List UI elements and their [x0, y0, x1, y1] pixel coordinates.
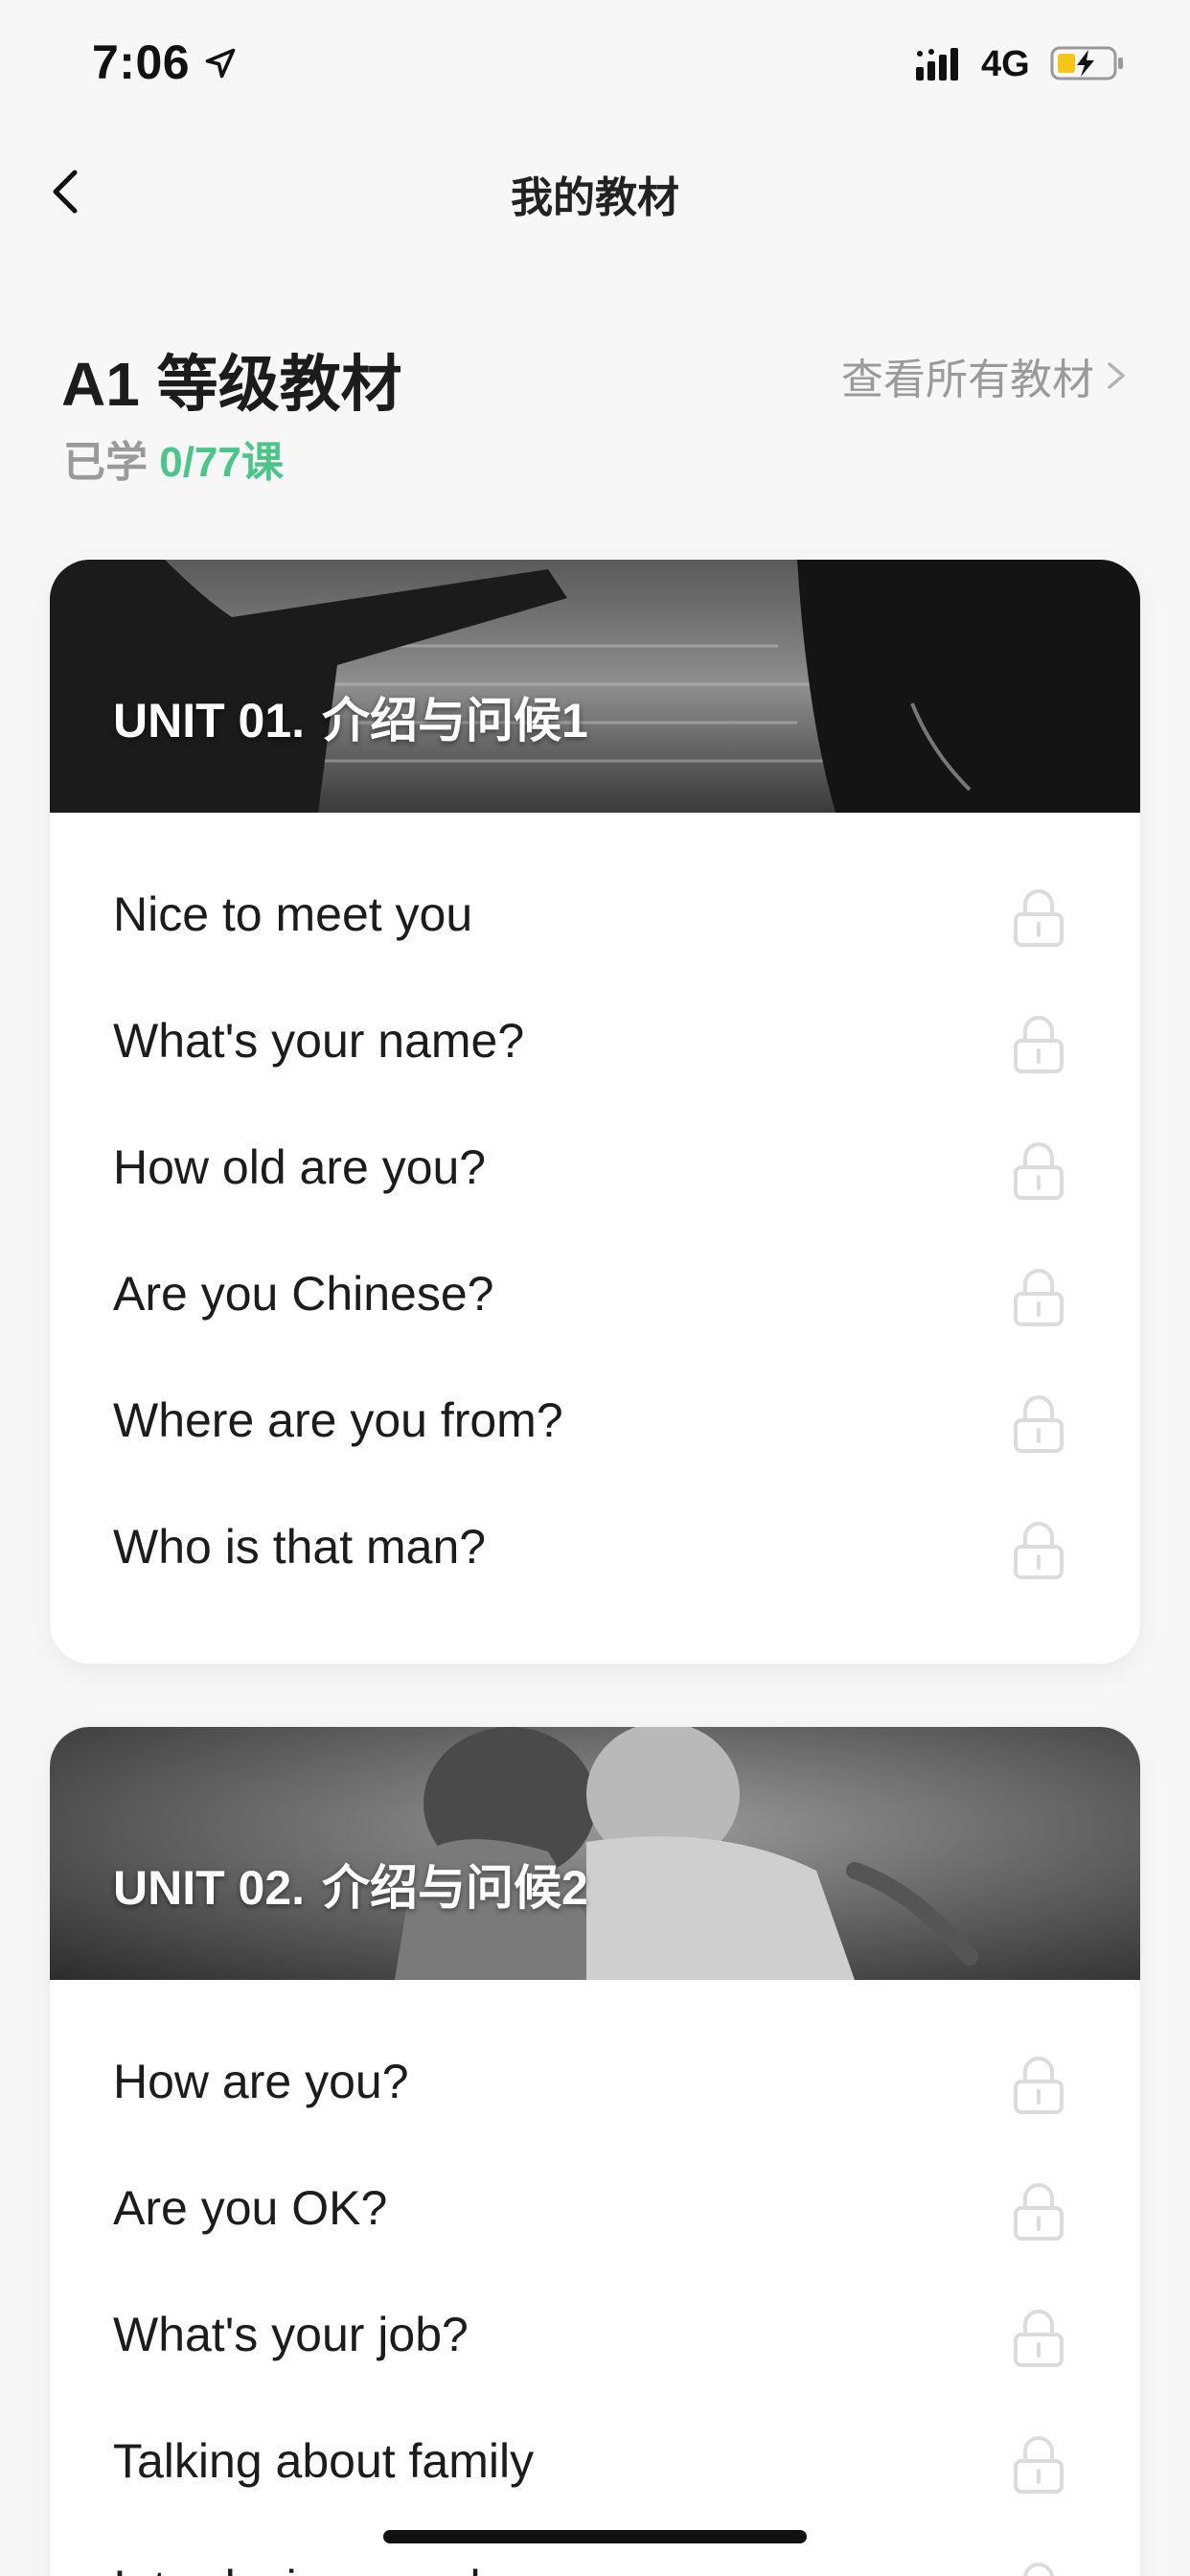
unit-card-2: UNIT 02. 介绍与问候2 How are you? Are you OK?… — [50, 1727, 1140, 2576]
unit-card-1: UNIT 01. 介绍与问候1 Nice to meet you What's … — [50, 560, 1140, 1664]
unit-2-name: 介绍与问候2 — [322, 1861, 588, 1915]
home-indicator[interactable] — [383, 2530, 807, 2543]
unit-1-lesson-list: Nice to meet you What's your name? How o… — [50, 813, 1140, 1610]
view-all-materials-link[interactable]: 查看所有教材 — [841, 345, 1129, 406]
lesson-item[interactable]: How are you? — [50, 2018, 1140, 2145]
lock-icon — [1023, 2563, 1054, 2576]
lesson-title: What's your job? — [113, 2308, 469, 2361]
unit-banner-1[interactable]: UNIT 01. 介绍与问候1 — [50, 560, 1140, 813]
learning-progress: 已学 0/77课 — [63, 427, 284, 489]
lesson-title: Talking about family — [113, 2434, 535, 2488]
unit-2-lesson-list: How are you? Are you OK? What's your job… — [50, 1980, 1140, 2576]
status-time: 7:06 — [92, 35, 191, 89]
unit-1-code: UNIT 01. — [113, 694, 306, 748]
lesson-item[interactable]: Are you Chinese? — [50, 1230, 1140, 1357]
lesson-item[interactable]: What's your job? — [50, 2271, 1140, 2398]
lock-icon — [1014, 1142, 1064, 1200]
unit-2-code: UNIT 02. — [113, 1861, 306, 1915]
page-title: 我的教材 — [511, 174, 679, 221]
lesson-item[interactable]: Talking about family — [50, 2398, 1140, 2524]
unit-1-name: 介绍与问候1 — [322, 694, 588, 748]
status-bar: 7:06 4G — [0, 0, 1190, 126]
lock-icon — [1014, 1269, 1064, 1326]
lesson-item[interactable]: Who is that man? — [50, 1484, 1140, 1610]
lesson-title: Nice to meet you — [113, 887, 473, 941]
progress-label: 已学 — [63, 439, 148, 486]
lesson-item[interactable]: Are you OK? — [50, 2145, 1140, 2271]
signal-icon — [916, 48, 958, 80]
lock-icon — [1014, 1016, 1064, 1073]
lock-icon — [1014, 2436, 1064, 2494]
network-type: 4G — [981, 44, 1030, 84]
progress-value: 0/77课 — [159, 439, 284, 486]
chevron-right-icon — [1108, 362, 1125, 389]
lesson-item[interactable]: Nice to meet you — [50, 851, 1140, 978]
unit-2-title: UNIT 02. 介绍与问候2 — [113, 1850, 588, 1919]
battery-charging-icon — [1050, 46, 1123, 80]
lesson-title: How old are you? — [113, 1140, 487, 1194]
lock-icon — [1014, 2057, 1064, 2114]
lock-icon — [1014, 1395, 1064, 1453]
lesson-item[interactable]: What's your name? — [50, 978, 1140, 1104]
nav-bar: 我的教材 — [0, 144, 1190, 240]
lesson-item[interactable]: How old are you? — [50, 1104, 1140, 1230]
level-title: A1 等级教材 — [61, 350, 402, 419]
lesson-title: How are you? — [113, 2055, 409, 2108]
location-arrow-icon — [205, 48, 236, 79]
lesson-title: Are you OK? — [113, 2181, 388, 2235]
lesson-title: What's your name? — [113, 1014, 525, 1068]
view-all-label: 查看所有教材 — [841, 356, 1094, 403]
lesson-title: Introducing people — [113, 2560, 507, 2576]
lesson-title: Where are you from? — [113, 1393, 563, 1447]
screen: 7:06 4G 我的教材 A1 等级教材 查看所有教材 已学 0/77课 UNI… — [0, 0, 1190, 2576]
lesson-title: Are you Chinese? — [113, 1267, 494, 1321]
lock-icon — [1014, 1522, 1064, 1579]
lock-icon — [1014, 2183, 1064, 2241]
unit-banner-2[interactable]: UNIT 02. 介绍与问候2 — [50, 1727, 1140, 1980]
unit-1-title: UNIT 01. 介绍与问候1 — [113, 682, 588, 751]
lesson-item[interactable]: Where are you from? — [50, 1357, 1140, 1484]
lock-icon — [1014, 2310, 1064, 2367]
lesson-title: Who is that man? — [113, 1520, 487, 1574]
lock-icon — [1014, 889, 1064, 947]
